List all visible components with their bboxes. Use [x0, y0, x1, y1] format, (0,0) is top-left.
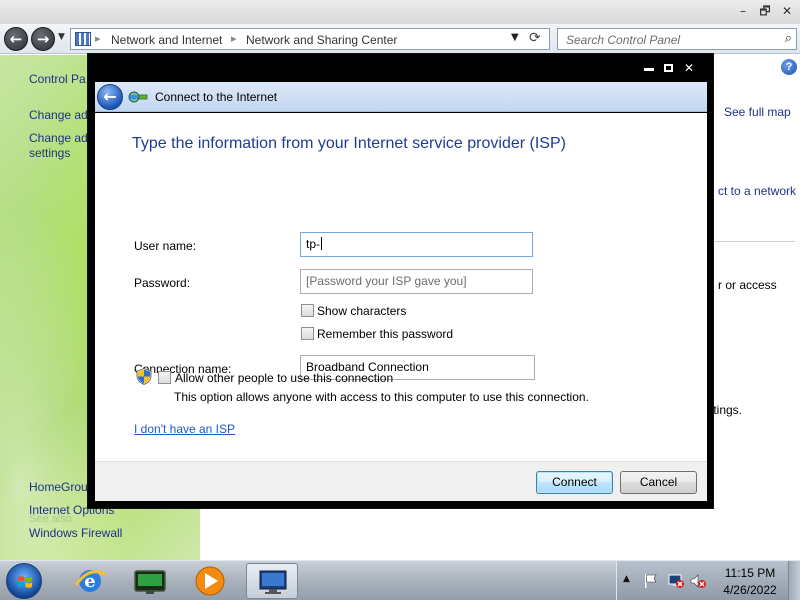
change-adapter-link[interactable]: Change ad	[29, 108, 88, 122]
username-label: User name:	[134, 239, 197, 253]
clock-date[interactable]: 4/26/2022	[710, 583, 790, 597]
dialog-header: ← Connect to the Internet	[95, 82, 707, 112]
show-characters-label[interactable]: Show characters	[317, 304, 406, 318]
show-characters-checkbox[interactable]	[301, 304, 314, 317]
no-isp-link[interactable]: I don't have an ISP	[134, 422, 235, 436]
username-field[interactable]: tp-	[300, 232, 533, 257]
network-status-icon[interactable]	[667, 573, 685, 589]
connect-to-internet-dialog: ✕ ← Connect to the Internet Type the inf…	[87, 53, 714, 509]
allow-others-description: This option allows anyone with access to…	[174, 390, 589, 404]
show-desktop-button[interactable]	[788, 561, 800, 600]
password-field[interactable]: [Password your ISP gave you]	[300, 269, 533, 294]
breadcrumb-network-and-sharing-center[interactable]: Network and Sharing Center	[246, 33, 397, 47]
internet-explorer-icon: e	[74, 570, 107, 592]
search-icon[interactable]: ⌕	[785, 31, 792, 46]
help-icon[interactable]: ?	[781, 59, 797, 75]
homegroup-link[interactable]: HomeGroup	[29, 480, 94, 494]
network-connection-icon	[128, 91, 148, 103]
back-arrow-icon[interactable]: ←	[97, 84, 123, 110]
windows-logo-icon	[18, 576, 32, 588]
breadcrumb-separator-icon[interactable]: ▸	[231, 32, 237, 45]
show-hidden-icons-icon[interactable]: ▲	[623, 574, 630, 584]
navigation-bar: ← → ▼ ▸ Network and Internet ▸ Network a…	[0, 24, 800, 54]
dialog-title: Connect to the Internet	[155, 90, 278, 104]
allow-others-label[interactable]: Allow other people to use this connectio…	[175, 371, 393, 385]
volume-muted-icon[interactable]	[689, 573, 707, 589]
username-value: tp-	[306, 237, 321, 251]
access-text: r or access	[718, 278, 777, 292]
media-player-icon	[195, 566, 225, 596]
allow-others-checkbox[interactable]	[158, 371, 171, 384]
dialog-close-button[interactable]: ✕	[684, 61, 694, 75]
search-input[interactable]: Search Control Panel ⌕	[557, 28, 797, 50]
settings-text: ttings.	[710, 403, 743, 417]
close-button[interactable]: ✕	[777, 2, 797, 20]
change-advanced-sharing-link-cont[interactable]: settings	[29, 146, 70, 160]
dialog-footer: Connect Cancel	[95, 461, 707, 501]
control-panel-icon	[75, 32, 91, 46]
taskbar: e ▲ 11:15 PM 4/26/2022	[0, 560, 800, 600]
password-label: Password:	[134, 276, 191, 290]
breadcrumb-network-and-internet[interactable]: Network and Internet	[111, 33, 222, 47]
address-bar[interactable]: ▸ Network and Internet ▸ Network and Sha…	[70, 28, 550, 50]
address-dropdown-icon[interactable]: ▼	[511, 32, 519, 43]
connect-to-network-link[interactable]: ct to a network	[718, 184, 796, 198]
cancel-button[interactable]: Cancel	[620, 471, 697, 494]
start-button[interactable]	[6, 563, 42, 599]
control-panel-home-link[interactable]: Control Pa	[29, 72, 86, 86]
section-divider	[715, 241, 795, 242]
taskbar-control-panel[interactable]	[246, 563, 298, 599]
maximize-button[interactable]: 🗗	[755, 2, 775, 20]
window-title-bar: – 🗗 ✕	[0, 0, 800, 24]
forward-button[interactable]: →	[31, 27, 55, 51]
remember-password-label[interactable]: Remember this password	[317, 327, 453, 341]
action-center-flag-icon[interactable]	[643, 573, 659, 589]
dialog-minimize-button[interactable]	[644, 68, 654, 71]
media-center-icon	[134, 570, 166, 594]
change-advanced-sharing-link[interactable]: Change ad	[29, 131, 88, 145]
uac-shield-icon	[136, 368, 152, 385]
text-caret	[321, 237, 323, 250]
search-placeholder: Search Control Panel	[566, 33, 681, 47]
password-placeholder: [Password your ISP gave you]	[306, 274, 467, 288]
dialog-heading: Type the information from your Internet …	[132, 135, 566, 152]
breadcrumb-separator-icon[interactable]: ▸	[95, 32, 101, 45]
see-full-map-link[interactable]: See full map	[724, 105, 791, 119]
notification-area: ▲ 11:15 PM 4/26/2022	[616, 561, 800, 600]
minimize-button[interactable]: –	[733, 2, 753, 20]
clock-time[interactable]: 11:15 PM	[710, 566, 790, 580]
network-center-icon	[259, 570, 287, 594]
dialog-body: Type the information from your Internet …	[95, 113, 707, 461]
recent-pages-dropdown-icon[interactable]: ▼	[58, 32, 65, 42]
dialog-maximize-button[interactable]	[664, 64, 673, 72]
connect-button[interactable]: Connect	[536, 471, 613, 494]
taskbar-media-player[interactable]	[184, 563, 236, 599]
taskbar-media-center[interactable]	[124, 563, 176, 599]
back-button[interactable]: ←	[4, 27, 28, 51]
windows-firewall-link[interactable]: Windows Firewall	[29, 526, 122, 540]
taskbar-internet-explorer[interactable]: e	[64, 563, 116, 599]
remember-password-checkbox[interactable]	[301, 327, 314, 340]
refresh-icon[interactable]: ⟳	[529, 30, 541, 46]
